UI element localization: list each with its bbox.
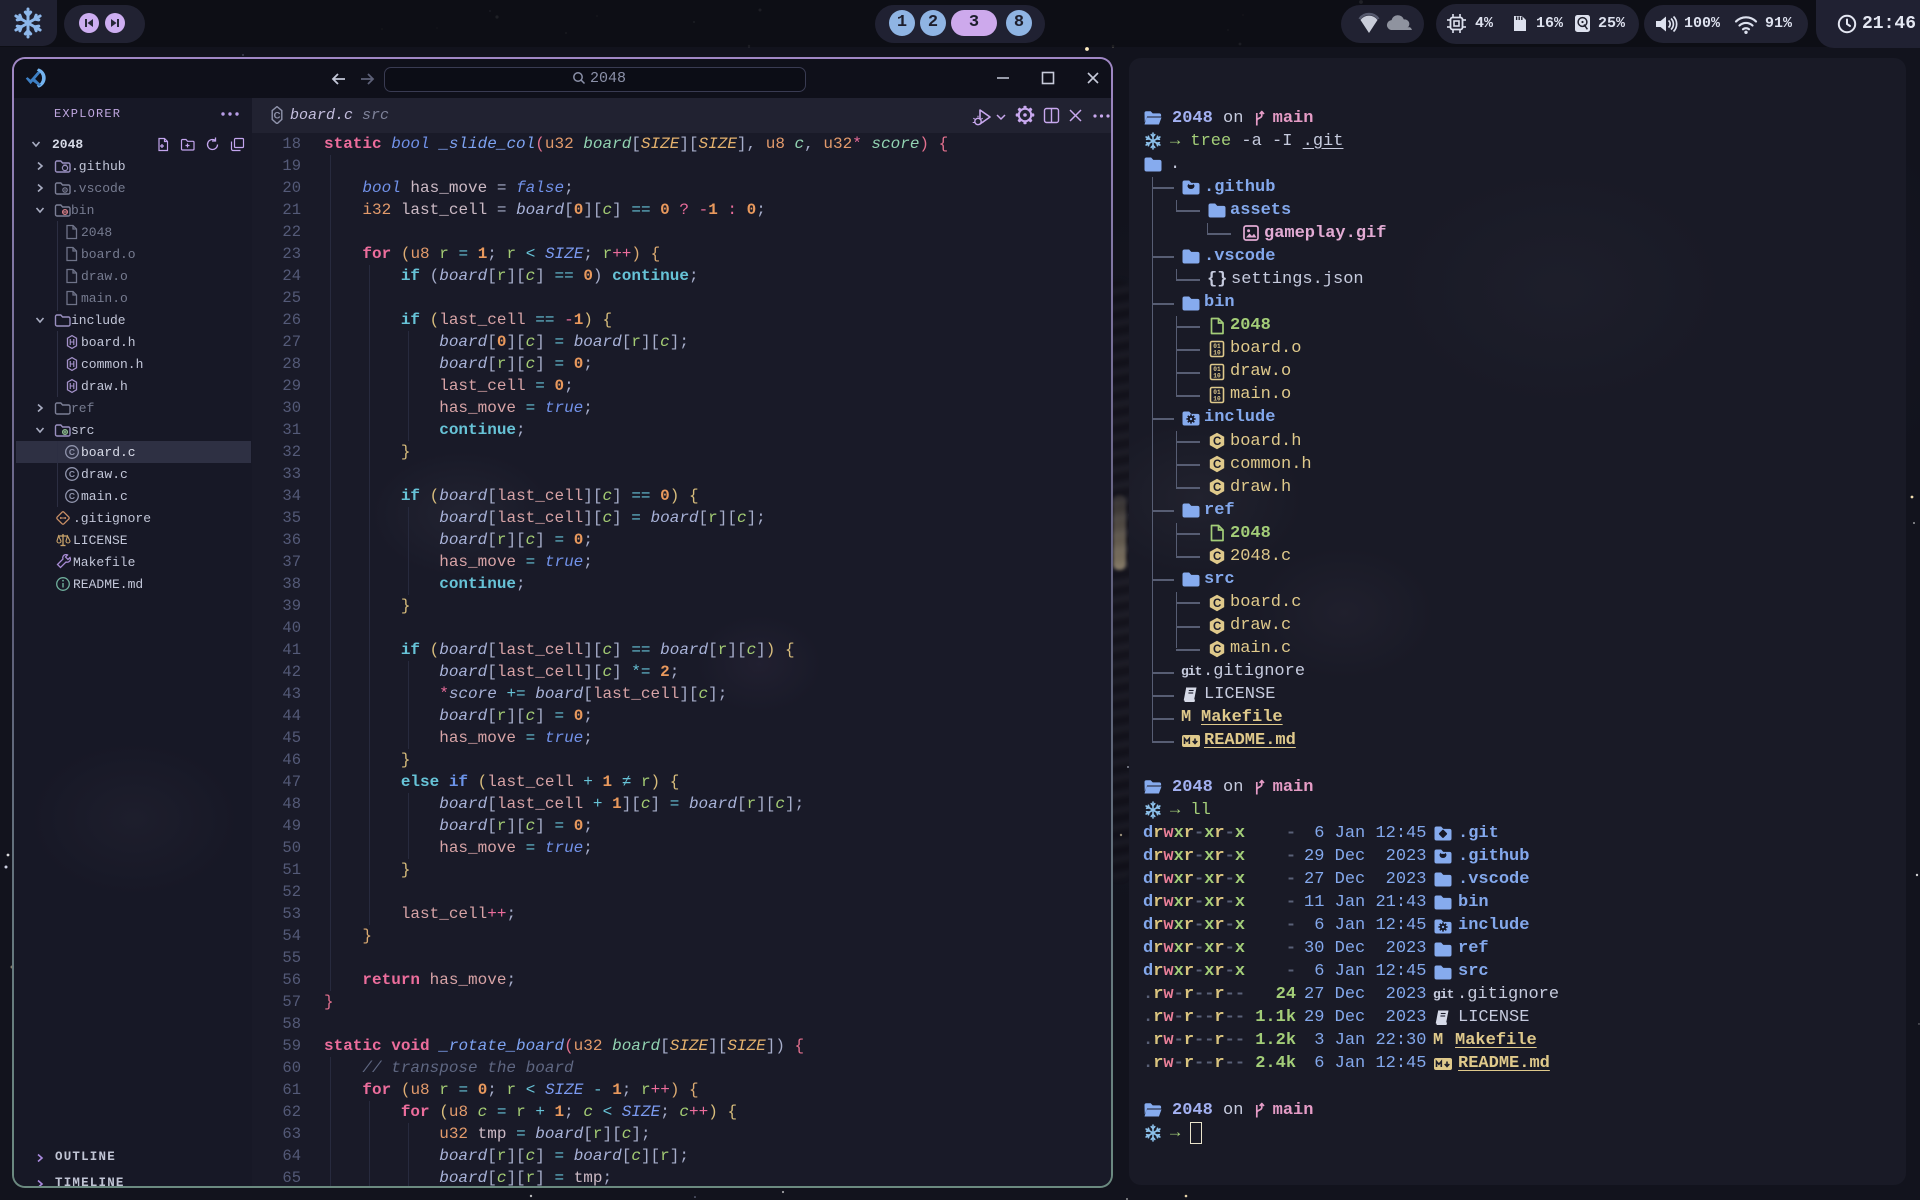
- svg-text:C: C: [1213, 459, 1221, 471]
- svg-text:C: C: [69, 491, 75, 501]
- svg-text:C: C: [1213, 436, 1221, 448]
- svg-text:C: C: [274, 111, 281, 122]
- svg-text:10: 10: [1213, 349, 1221, 356]
- svg-text:C: C: [1213, 598, 1221, 610]
- svg-text:H: H: [69, 338, 75, 347]
- svg-text:10: 10: [1213, 372, 1221, 379]
- svg-text:C: C: [69, 447, 75, 457]
- svg-text:10: 10: [1213, 395, 1221, 402]
- svg-text:C: C: [1213, 551, 1221, 563]
- svg-text:C: C: [69, 469, 75, 479]
- svg-text:H: H: [69, 382, 75, 391]
- svg-text:C: C: [1213, 482, 1221, 494]
- svg-text:H: H: [69, 360, 75, 369]
- svg-text:C: C: [1213, 621, 1221, 633]
- svg-text:C: C: [1213, 644, 1221, 656]
